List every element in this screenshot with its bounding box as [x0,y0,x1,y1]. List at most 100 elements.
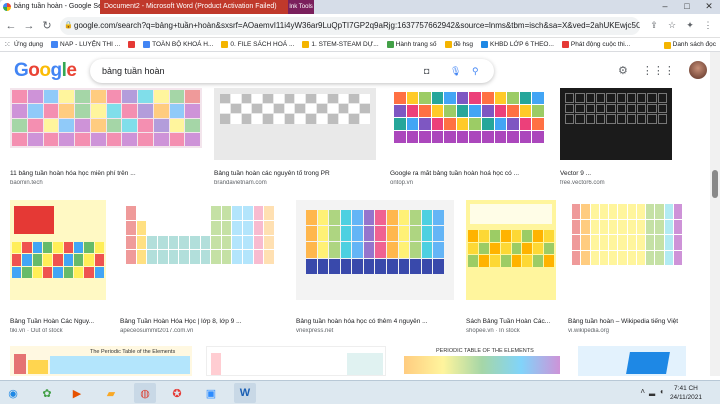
result-card[interactable]: Vector 9 ... free.vector6.com [560,88,672,186]
result-card[interactable] [206,346,386,376]
lock-icon: 🔒 [64,22,73,29]
avatar[interactable] [688,61,707,79]
result-card[interactable]: Bảng Tuần Hoàn Các Nguy... tiki.vn · Out… [10,200,106,334]
page-scrollbar[interactable] [710,52,720,376]
result-caption: Vector 9 ... [560,170,592,177]
taskbar-app[interactable]: ▰ [100,383,122,403]
show-hidden-icons-icon[interactable]: ˄ [640,387,645,396]
bookmark-favicon-icon [51,41,59,48]
result-image[interactable] [560,88,672,160]
folder-icon [444,41,452,48]
reading-list-icon [663,41,671,49]
minimize-icon[interactable]: – [654,0,676,14]
search-input[interactable]: bảng tuần hoàn ◘ 🎙 ⚲ [90,59,494,83]
taskbar-app[interactable]: ✿ [36,383,58,403]
star-icon[interactable]: ☆ [666,19,678,31]
folder-icon [221,41,229,48]
network-icon[interactable]: ▂ [649,387,655,396]
media-player-icon: ▶ [72,387,82,400]
url-text: google.com/search?q=bảng+tuần+hoàn&sxsrf… [74,21,640,30]
result-image[interactable] [390,88,548,160]
result-image[interactable] [120,200,280,300]
taskbar-app[interactable]: ▣ [200,383,222,403]
taskbar-app[interactable]: W [234,383,256,403]
result-caption: Bảng Tuần Hoàn Hóa Học | lớp 8, lớp 9 ..… [120,318,242,325]
bookmark-item[interactable]: TOÀN BỘ KHOÁ H... [143,41,213,48]
scrollbar-thumb[interactable] [712,170,718,198]
maximize-icon[interactable]: □ [676,0,698,14]
bookmark-folder[interactable]: 1. STEM-STEAM DỰ... [302,41,379,48]
zoom-icon: ▣ [205,387,217,400]
result-card[interactable]: 11 bảng tuần hoàn hóa học miễn phí trên … [10,88,202,186]
result-image[interactable] [466,200,556,300]
taskbar-app[interactable]: ✪ [166,383,188,403]
start-button[interactable]: ◉ [2,383,24,403]
reload-icon[interactable]: ↻ [40,19,54,33]
back-icon[interactable]: ← [4,19,18,33]
windows-taskbar: ◉ ✿ ▶ ▰ ◍ ✪ ▣ W ˄ ▂ ◖ 7:41 CH 24/11/2021 [0,380,720,404]
apps-grid-icon[interactable]: ⋮⋮⋮ [642,64,675,77]
chrome-icon: ◍ [140,387,150,400]
result-image[interactable] [214,88,376,160]
result-source: free.vector6.com [560,180,605,186]
bookmark-item[interactable]: Phát động cuộc thi... [561,41,630,48]
taskbar-app[interactable]: ▶ [66,383,88,403]
result-caption: Google ra mắt bảng tuần hoàn hoá học có … [390,170,520,177]
result-card[interactable]: Bảng Tuần Hoàn Hóa Học | lớp 8, lớp 9 ..… [120,200,280,334]
clock-date: 24/11/2021 [669,394,702,401]
result-image[interactable]: The Periodic Table of the Elements [10,346,192,376]
result-source: tiki.vn · Out of stock [10,328,63,334]
extensions-icon[interactable]: ✦ [684,19,696,31]
bookmark-apps[interactable]: ⁙ Ứng dụng [4,40,43,49]
clock-time: 7:41 CH [674,385,698,392]
bookmark-item[interactable]: Hành trang số [386,41,437,48]
result-image[interactable] [206,346,386,376]
taskbar-app[interactable]: ◍ [134,383,156,403]
result-card[interactable]: Google ra mắt bảng tuần hoàn hoá học có … [390,88,548,186]
reading-list[interactable]: Danh sách đọc [663,38,716,51]
url-field[interactable]: 🔒 google.com/search?q=bảng+tuần+hoàn&sxs… [60,17,640,35]
result-caption: Bảng tuần hoàn – Wikipedia tiếng Việt [568,318,679,325]
image-results: 11 bảng tuần hoàn hóa học miễn phí trên … [0,88,710,376]
result-card[interactable]: The Periodic Table of the Elements [10,346,192,376]
settings-gear-icon[interactable]: ⚙ [618,64,628,77]
result-card[interactable]: Sách Bảng Tuần Hoàn Các... shopee.vn · I… [466,200,556,334]
result-source: ontop.vn [390,180,414,186]
microphone-icon[interactable]: 🎙 [450,59,461,83]
bookmark-item[interactable] [128,41,136,48]
result-card[interactable]: PERIODIC TABLE OF THE ELEMENTS [400,346,564,376]
share-icon[interactable]: ⇪ [648,19,660,31]
camera-icon[interactable]: ◘ [424,59,429,83]
result-image[interactable] [578,346,686,376]
menu-icon[interactable]: ⋮ [702,19,714,31]
app-icon: ✪ [172,387,182,400]
bookmark-item[interactable]: KHBD LỚP 6 THEO... [481,41,554,48]
bookmark-favicon-icon [128,41,136,48]
result-card[interactable]: Bảng tuần hoàn các nguyên tố trong PR br… [214,88,376,186]
bookmark-folder[interactable]: 0. FILE SÁCH HOÁ ... [221,41,294,48]
google-favicon-icon [3,3,11,11]
close-icon[interactable]: ✕ [698,0,720,14]
taskbar-clock[interactable]: 7:41 CH 24/11/2021 [670,384,702,402]
google-logo[interactable]: Google [14,60,77,82]
row3-title: The Periodic Table of the Elements [90,349,176,355]
bookmark-favicon-icon [386,41,394,48]
google-header: Google bảng tuần hoàn ◘ 🎙 ⚲ ⚙ ⋮⋮⋮ [0,52,710,88]
result-image[interactable] [296,200,454,300]
search-query: bảng tuần hoàn [102,66,165,76]
result-card[interactable] [578,346,686,376]
search-icon[interactable]: ⚲ [472,59,479,83]
result-image[interactable] [568,200,686,300]
result-image[interactable] [10,200,106,300]
volume-icon[interactable]: ◖ [659,387,664,396]
result-image[interactable] [10,88,202,148]
bookmark-favicon-icon [561,41,569,48]
bookmark-favicon-icon [481,41,489,48]
result-card[interactable]: Bảng tuần hoàn hóa học có thêm 4 nguyên … [296,200,454,334]
result-source: brandavietnam.com [214,180,267,186]
bookmark-item[interactable]: NAP - LUYỆN THI ... [51,41,120,48]
forward-icon[interactable]: → [22,19,36,33]
bookmark-folder[interactable]: đề hsg [444,41,473,48]
result-card[interactable]: Bảng tuần hoàn – Wikipedia tiếng Việt vi… [568,200,686,334]
result-image[interactable]: PERIODIC TABLE OF THE ELEMENTS [400,346,564,376]
